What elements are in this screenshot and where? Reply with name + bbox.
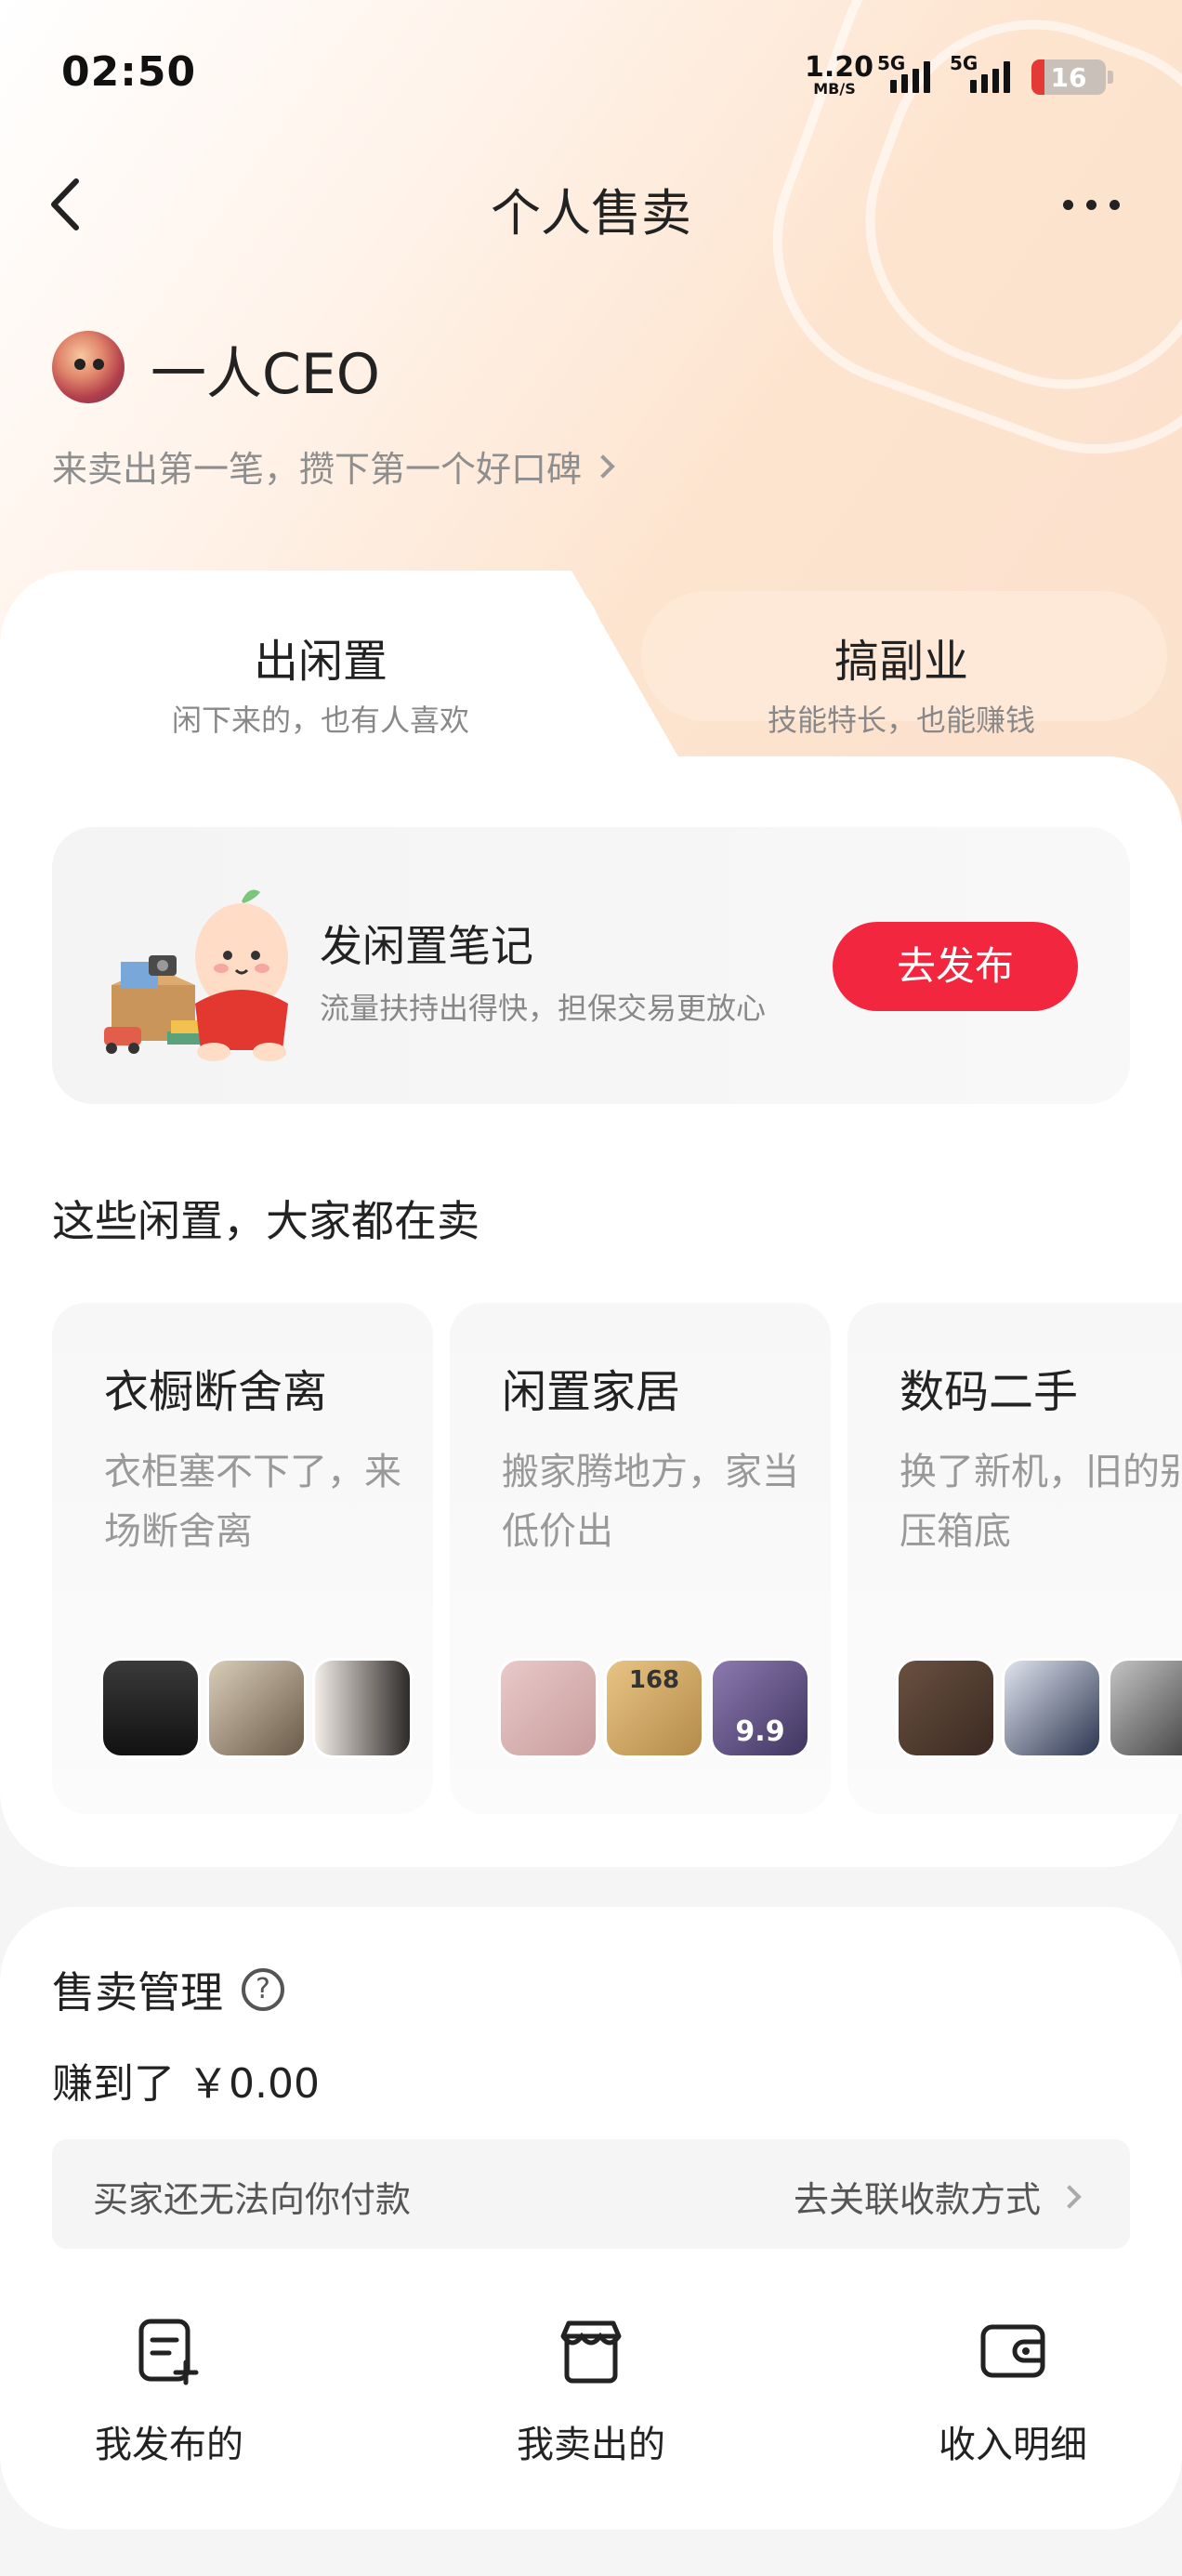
link-payment-action[interactable]: 去关联收款方式 <box>794 2171 1082 2222</box>
sales-title: 售卖管理 ? <box>52 1959 284 2020</box>
page-title: 个人售卖 <box>491 184 691 243</box>
my-published-button[interactable]: 我发布的 <box>30 2316 309 2468</box>
thumbnail-image <box>312 1658 413 1758</box>
store-box-icon <box>556 2316 626 2386</box>
edit-note-icon <box>134 2316 204 2386</box>
publish-button[interactable]: 去发布 <box>833 922 1078 1011</box>
avatar[interactable] <box>52 331 125 403</box>
publish-title: 发闲置笔记 <box>320 921 533 971</box>
payment-method-bar[interactable]: 买家还无法向你付款 去关联收款方式 <box>52 2139 1130 2249</box>
more-options-icon[interactable] <box>1063 191 1137 218</box>
publish-note-card[interactable]: 发闲置笔记 流量扶持出得快，担保交易更放心 去发布 <box>52 827 1130 1104</box>
signal-icon-2: 5G <box>946 52 1020 95</box>
thumbnail-image <box>498 1658 598 1758</box>
thumbnail-image <box>1108 1658 1182 1758</box>
status-bar: 02:50 1.20 MB/S 5G 5G 16 <box>0 0 1182 153</box>
category-card-digital[interactable]: 数码二手 换了新机，旧的别压箱底 <box>847 1303 1182 1814</box>
status-time: 02:50 <box>61 48 197 96</box>
username[interactable]: 一人CEO <box>151 329 380 410</box>
mascot-illustration <box>93 874 335 1069</box>
nav-bar: 个人售卖 <box>0 153 1182 256</box>
payment-notice: 买家还无法向你付款 <box>93 2179 412 2220</box>
chevron-right-icon <box>1057 2184 1082 2209</box>
category-card-home[interactable]: 闲置家居 搬家腾地方，家当低价出 168 9.9 <box>450 1303 831 1814</box>
battery-icon: 16 <box>1031 59 1106 95</box>
thumbnail-image <box>1002 1658 1102 1758</box>
section-title: 这些闲置，大家都在卖 <box>52 1196 479 1246</box>
wallet-icon <box>978 2316 1048 2386</box>
tab-side-hustle[interactable]: 搞副业 技能特长，也能赚钱 <box>669 624 1134 740</box>
thumbnail-image <box>206 1658 307 1758</box>
chevron-right-icon <box>591 453 615 479</box>
thumbnail-image <box>100 1658 201 1758</box>
battery-tip <box>1108 71 1113 84</box>
earned-amount: 赚到了 ￥0.00 <box>52 2060 320 2108</box>
tab-sell-idle[interactable]: 出闲置 闲下来的，也有人喜欢 <box>84 624 558 740</box>
signal-icon: 5G <box>877 52 933 95</box>
publish-subtitle: 流量扶持出得快，担保交易更放心 <box>320 991 767 1026</box>
income-details-button[interactable]: 收入明细 <box>873 2316 1152 2468</box>
category-card-wardrobe[interactable]: 衣橱断舍离 衣柜塞不下了，来场断舍离 <box>52 1303 433 1814</box>
network-speed: 1.20 MB/S <box>805 51 874 98</box>
thumbnail-image: 9.9 <box>710 1658 810 1758</box>
thumbnail-image <box>896 1658 996 1758</box>
thumbnail-image: 168 <box>604 1658 704 1758</box>
sales-management-card: 售卖管理 ? 赚到了 ￥0.00 买家还无法向你付款 去关联收款方式 我发布的 … <box>0 1907 1182 2530</box>
help-icon[interactable]: ? <box>242 1968 284 2011</box>
profile-reputation-link[interactable]: 来卖出第一笔，攒下第一个好口碑 <box>52 440 615 492</box>
my-sold-button[interactable]: 我卖出的 <box>452 2316 730 2468</box>
